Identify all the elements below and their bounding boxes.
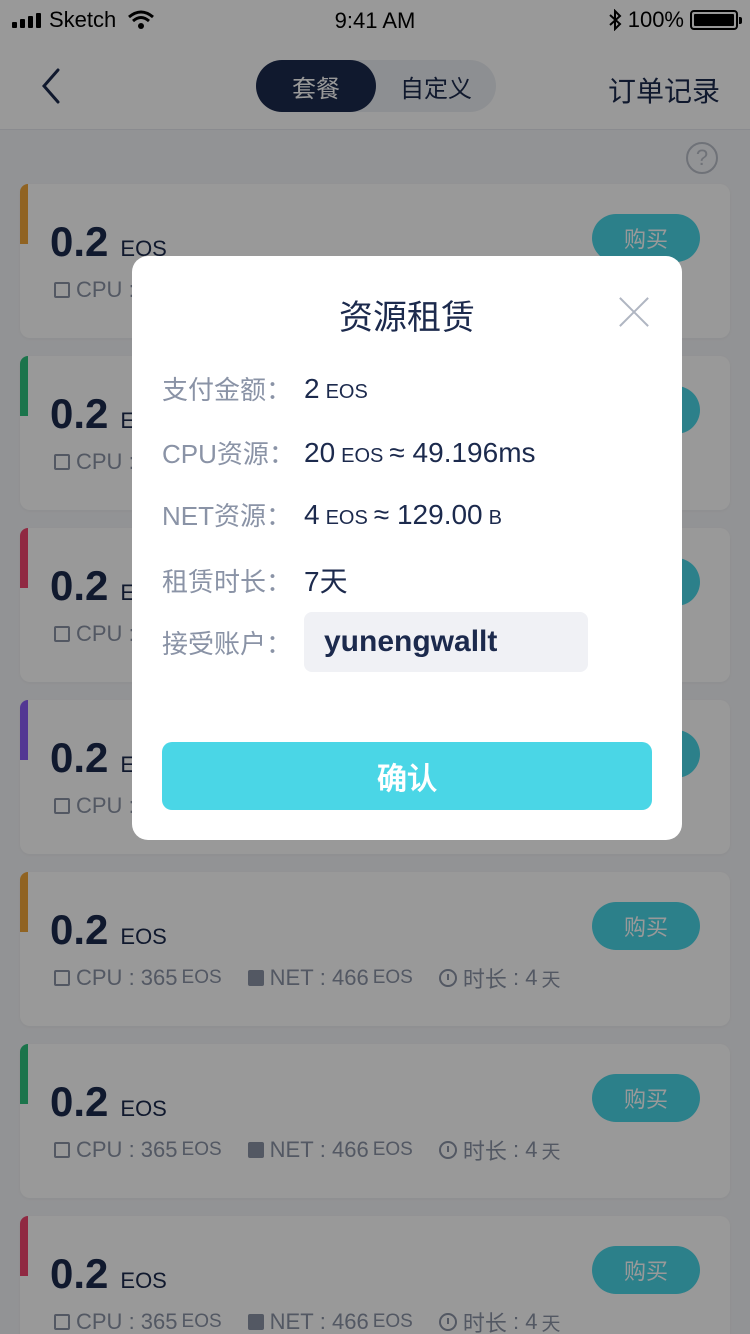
cpu-value: 20 EOS ≈ 49.196ms	[304, 436, 536, 468]
account-label: 接受账户：	[162, 628, 293, 659]
account-row: 接受账户：	[162, 612, 588, 672]
confirm-button[interactable]: 确认	[162, 742, 652, 810]
cpu-label: CPU资源：	[162, 439, 295, 469]
modal-title: 资源租赁	[339, 299, 475, 337]
pay-label: 支付金额：	[162, 375, 293, 405]
duration-value: 7天	[304, 566, 348, 597]
net-row: NET资源： 4 EOS ≈ 129.00 B	[162, 496, 508, 533]
close-icon[interactable]	[618, 296, 650, 328]
rental-modal: 资源租赁 支付金额： 2 EOS CPU资源： 20 EOS ≈ 49.196ms N…	[132, 256, 682, 840]
pay-value: 2 EOS	[304, 372, 368, 404]
duration-label: 租赁时长：	[162, 566, 293, 597]
net-value: 4 EOS ≈ 129.00 B	[304, 498, 502, 530]
account-input[interactable]	[304, 612, 588, 672]
cpu-row: CPU资源： 20 EOS ≈ 49.196ms	[162, 434, 536, 471]
pay-row: 支付金额： 2 EOS	[162, 370, 374, 407]
duration-row: 租赁时长： 7天	[162, 560, 348, 600]
net-label: NET资源：	[162, 501, 293, 531]
